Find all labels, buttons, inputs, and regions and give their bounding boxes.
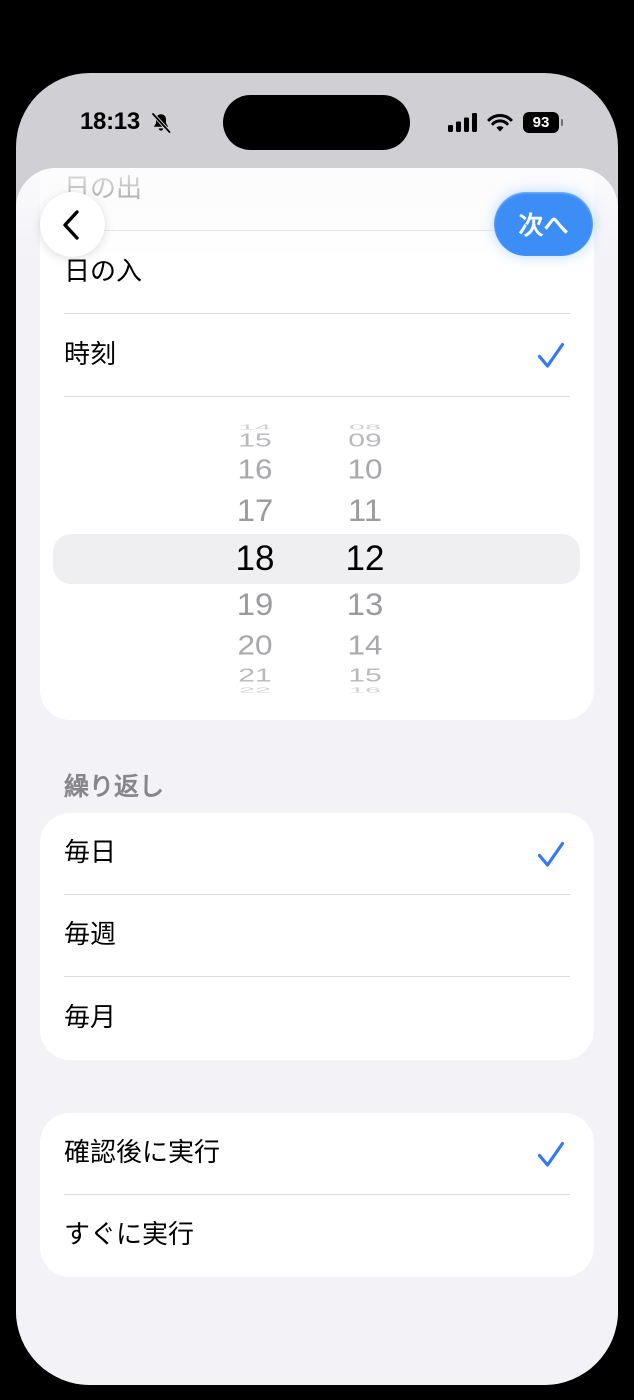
chevron-left-icon — [63, 209, 81, 241]
hour-option[interactable]: 15 — [221, 430, 290, 453]
battery-level: 93 — [523, 112, 559, 133]
next-button[interactable]: 次へ — [494, 192, 593, 256]
hour-option[interactable]: 19 — [217, 585, 292, 625]
checkmark-icon — [537, 1141, 565, 1168]
schedule-sheet: 次へ 日の出 日の入 時刻 14 15 16 17 18 19 20 21 22… — [16, 168, 618, 1385]
back-button[interactable] — [40, 192, 105, 257]
hour-option[interactable]: 20 — [219, 629, 291, 663]
option-time[interactable]: 時刻 — [40, 314, 594, 397]
option-label: 毎月 — [64, 1002, 117, 1033]
option-label: 日の入 — [64, 256, 143, 287]
repeat-card: 毎日 毎週 毎月 — [40, 813, 594, 1060]
phone-screen: 18:13 93 次へ 日の出 日の入 時刻 14 15 16 17 18 19… — [16, 73, 618, 1385]
minute-option[interactable]: 16 — [332, 685, 398, 695]
option-label: 毎日 — [64, 838, 117, 869]
repeat-option-monthly[interactable]: 毎月 — [40, 977, 594, 1060]
run-option-immediately[interactable]: すぐに実行 — [40, 1195, 594, 1277]
selected-minute[interactable]: 12 — [325, 537, 405, 581]
hour-wheel[interactable]: 14 15 16 17 18 19 20 21 22 — [215, 397, 295, 720]
run-option-after-confirmation[interactable]: 確認後に実行 — [40, 1113, 594, 1195]
minute-option[interactable]: 15 — [331, 665, 400, 688]
time-picker[interactable]: 14 15 16 17 18 19 20 21 22 08 09 10 11 1… — [40, 397, 594, 720]
option-label: 確認後に実行 — [64, 1138, 221, 1169]
repeat-section-header: 繰り返し — [64, 772, 165, 801]
repeat-option-daily[interactable]: 毎日 — [40, 813, 594, 895]
minute-option[interactable]: 09 — [331, 430, 400, 453]
hour-option[interactable]: 22 — [222, 685, 288, 695]
dynamic-island — [223, 95, 410, 150]
option-label: 毎週 — [64, 920, 117, 951]
checkmark-icon — [537, 841, 565, 868]
battery-icon: 93 — [523, 112, 565, 133]
cellular-signal-icon — [448, 113, 477, 132]
minute-wheel[interactable]: 08 09 10 11 12 13 14 15 16 — [325, 397, 405, 720]
execution-card: 確認後に実行 すぐに実行 — [40, 1113, 594, 1277]
status-time: 18:13 — [80, 108, 140, 135]
minute-option[interactable]: 10 — [329, 453, 401, 487]
minute-option[interactable]: 14 — [329, 629, 401, 663]
hour-option[interactable]: 21 — [221, 665, 290, 688]
option-label: すぐに実行 — [64, 1220, 195, 1251]
option-label: 時刻 — [64, 339, 117, 370]
bell-slash-icon — [150, 112, 172, 134]
minute-option[interactable]: 11 — [327, 491, 402, 531]
minute-option[interactable]: 13 — [327, 585, 402, 625]
hour-option[interactable]: 16 — [219, 453, 291, 487]
repeat-option-weekly[interactable]: 毎週 — [40, 895, 594, 977]
checkmark-icon — [537, 342, 565, 369]
selected-hour[interactable]: 18 — [215, 537, 295, 581]
battery-nub — [560, 119, 563, 126]
picker-selection-band — [53, 534, 580, 584]
wifi-icon — [487, 113, 513, 132]
hour-option[interactable]: 17 — [217, 491, 292, 531]
